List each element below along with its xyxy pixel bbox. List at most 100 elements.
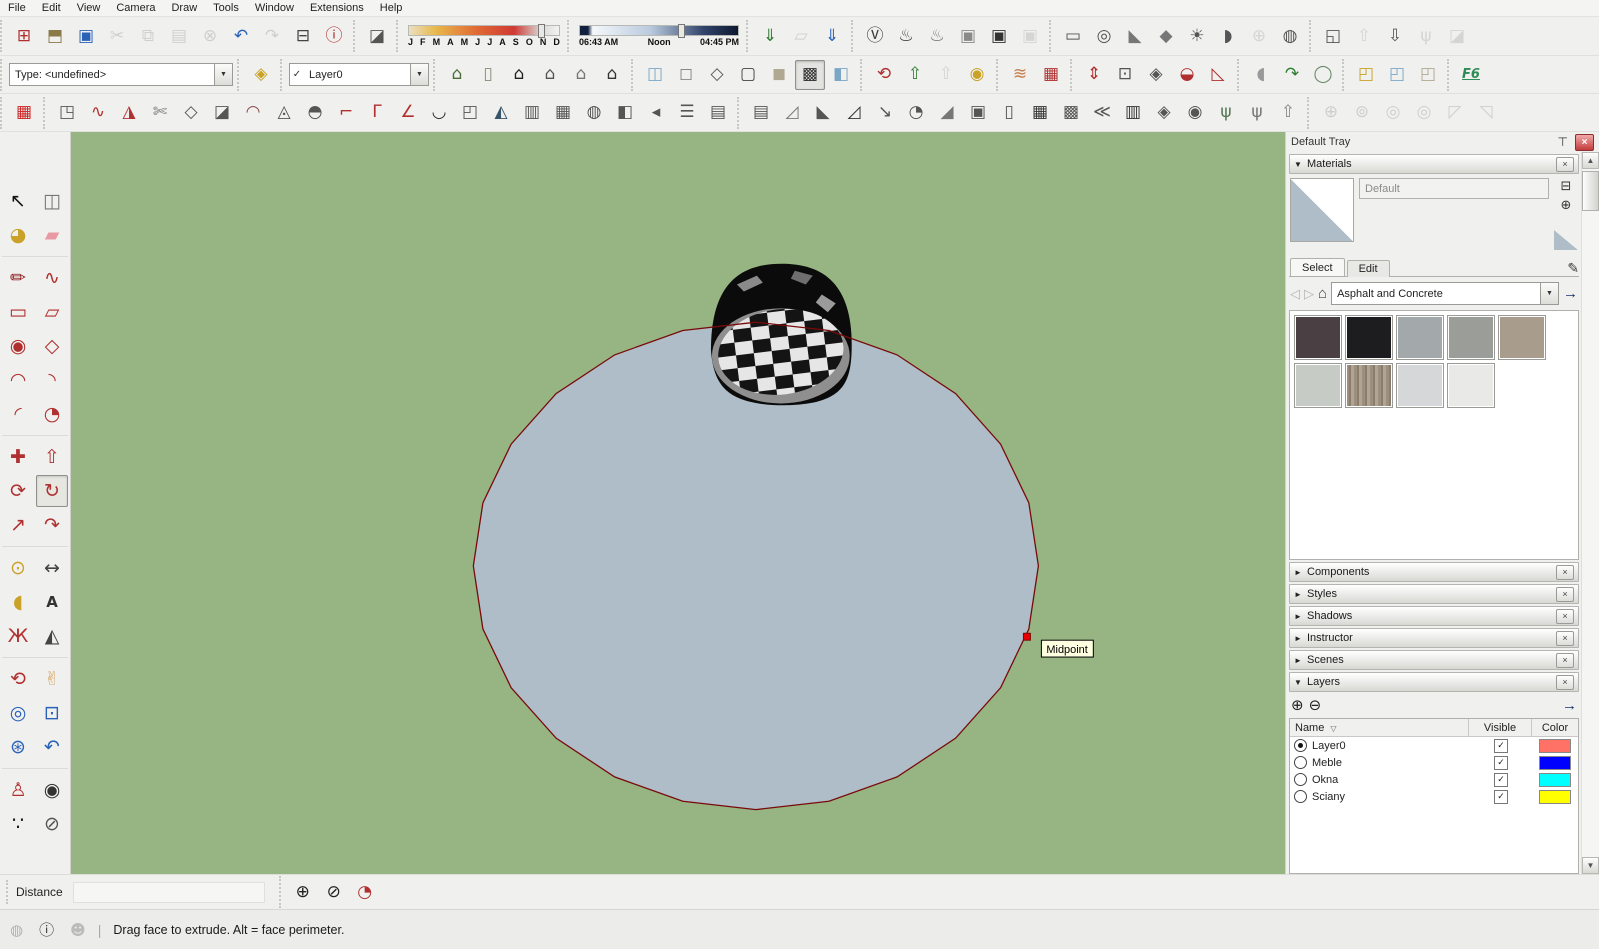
collection-dropdown-arrow[interactable]: ▼ <box>1540 283 1558 304</box>
instructor-close-button[interactable]: × <box>1556 631 1574 646</box>
plugin-tool-r3-20[interactable]: ◂ <box>641 98 671 128</box>
material-swatch-aggregate-gray[interactable] <box>1447 315 1495 360</box>
layer-name[interactable]: Meble <box>1312 757 1342 769</box>
style-back-edges-button[interactable]: ◻ <box>671 60 701 90</box>
plugin-tool-r3-22[interactable]: ▤ <box>703 98 733 128</box>
vray-frame-buffer-button[interactable]: ▣ <box>984 21 1014 51</box>
delete-layer-button[interactable]: ⊖ <box>1309 696 1322 714</box>
open-file-button[interactable]: ⬒ <box>40 21 70 51</box>
section-plane-tool[interactable]: ⊘ <box>36 808 68 840</box>
shadow-time-slider[interactable]: 06:43 AMNoon04:45 PM <box>576 22 742 50</box>
flip-edge-button[interactable]: ◺ <box>1203 60 1233 90</box>
plugin-tool-r3-34[interactable]: ≪ <box>1087 98 1117 128</box>
plugin-tool-r3-30[interactable]: ▣ <box>963 98 993 128</box>
vray-omni-light-button[interactable]: ☀ <box>1182 21 1212 51</box>
scenes-close-button[interactable]: × <box>1556 653 1574 668</box>
three-point-arc-tool[interactable]: ◜ <box>2 398 34 430</box>
plugin-tool-r3-32[interactable]: ▦ <box>1025 98 1055 128</box>
shell-tool-button[interactable]: ◯ <box>1308 60 1338 90</box>
material-collection-dropdown[interactable]: Asphalt and Concrete ▼ <box>1331 282 1559 305</box>
house-plugin-button-2[interactable]: ▯ <box>473 60 503 90</box>
scroll-up-button[interactable]: ▲ <box>1582 152 1599 169</box>
look-around-tool[interactable]: ◉ <box>36 774 68 806</box>
plugin-tool-r3-40[interactable]: ⇧ <box>1273 98 1303 128</box>
layer-name[interactable]: Okna <box>1312 774 1338 786</box>
move-tool[interactable]: ✚ <box>2 441 34 473</box>
layer-color-swatch[interactable] <box>1539 739 1571 753</box>
house-plugin-button-6[interactable]: ⌂ <box>597 60 627 90</box>
vray-ies-light-button[interactable]: ◆ <box>1151 21 1181 51</box>
menu-file[interactable]: File <box>0 1 34 15</box>
layer-combo[interactable]: ✓Layer0▼ <box>289 63 429 86</box>
style-shaded-textures-button[interactable]: ▩ <box>795 60 825 90</box>
add-location-button[interactable]: ⇓ <box>755 21 785 51</box>
tray-section-shadows[interactable]: ►Shadows× <box>1289 606 1579 626</box>
vray-interactive-render-button[interactable]: ♨ <box>922 21 952 51</box>
pin-icon[interactable]: ⊤ <box>1558 135 1568 149</box>
components-close-button[interactable]: × <box>1556 565 1574 580</box>
plugin-tool-r3-28[interactable]: ◔ <box>901 98 931 128</box>
materials-close-button[interactable]: × <box>1556 157 1574 172</box>
viewport-3d[interactable]: Midpoint <box>71 132 1285 874</box>
circle-tool[interactable]: ◉ <box>2 330 34 362</box>
shadow-time-slider-handle[interactable] <box>678 24 685 38</box>
plugin-tool-r3-15[interactable]: ◭ <box>486 98 516 128</box>
tape-measure-tool[interactable]: ⊙ <box>2 552 34 584</box>
style-shaded-button[interactable]: ◼ <box>764 60 794 90</box>
plugin-tool-r3-36[interactable]: ◈ <box>1149 98 1179 128</box>
plugin-tool-r3-33[interactable]: ▩ <box>1056 98 1086 128</box>
smoove-button[interactable]: ⇕ <box>1079 60 1109 90</box>
push-pull-tool[interactable]: ⇧ <box>36 441 68 473</box>
plugin-tool-r3-2[interactable]: ∿ <box>83 98 113 128</box>
round-corner-button[interactable]: ◰ <box>1351 60 1381 90</box>
layer-radio[interactable] <box>1294 790 1307 803</box>
scroll-down-button[interactable]: ▼ <box>1582 857 1599 874</box>
layer-name[interactable]: Layer0 <box>1312 740 1346 752</box>
shadow-time-slider-track[interactable] <box>579 25 739 36</box>
save-button[interactable]: ▣ <box>71 21 101 51</box>
plugin-tool-r3-17[interactable]: ▦ <box>548 98 578 128</box>
extension-warehouse-button[interactable]: ◉ <box>962 60 992 90</box>
dimensions-tool[interactable]: ↔ <box>36 552 68 584</box>
select-tool[interactable]: ↖ <box>2 185 34 217</box>
layer-color-swatch[interactable] <box>1539 773 1571 787</box>
bevel-corner-button[interactable]: ◰ <box>1413 60 1443 90</box>
plugin-tool-r3-29[interactable]: ◢ <box>932 98 962 128</box>
tray-section-instructor[interactable]: ►Instructor× <box>1289 628 1579 648</box>
plugin-tool-r3-9[interactable]: ◓ <box>300 98 330 128</box>
vray-mesh-light-button[interactable]: ◍ <box>1275 21 1305 51</box>
shadow-date-slider-track[interactable] <box>408 25 560 36</box>
rotate-tool[interactable]: ⟳ <box>2 475 34 507</box>
column-name[interactable]: Name▽ <box>1290 722 1468 734</box>
layer-visible-checkbox[interactable]: ✓ <box>1494 773 1508 787</box>
add-detail-button[interactable]: ◒ <box>1172 60 1202 90</box>
plugin-tool-r3-39[interactable]: ψ <box>1242 98 1272 128</box>
plugin-tool-r3-37[interactable]: ◉ <box>1180 98 1210 128</box>
classification-type-combo[interactable]: Type: <undefined>▼ <box>9 63 233 86</box>
rotated-rectangle-tool[interactable]: ▱ <box>36 296 68 328</box>
arc-tool[interactable]: ◝ <box>36 364 68 396</box>
sharp-corner-button[interactable]: ◰ <box>1382 60 1412 90</box>
plugin-tool-r3-31[interactable]: ▯ <box>994 98 1024 128</box>
menu-camera[interactable]: Camera <box>108 1 163 15</box>
make-component-tool[interactable]: ◫ <box>36 185 68 217</box>
material-swatch-concrete-gray[interactable] <box>1396 315 1444 360</box>
offset-tool[interactable]: ↷ <box>36 509 68 541</box>
tray-section-styles[interactable]: ►Styles× <box>1289 584 1579 604</box>
tray-section-components[interactable]: ►Components× <box>1289 562 1579 582</box>
freehand-tool[interactable]: ∿ <box>36 262 68 294</box>
terrain-from-scratch-button[interactable]: ▦ <box>1036 60 1066 90</box>
house-plugin-button-1[interactable]: ⌂ <box>442 60 472 90</box>
column-visible[interactable]: Visible <box>1468 719 1531 736</box>
angle-tool-button-3[interactable]: ◔ <box>350 877 380 907</box>
style-xray-button[interactable]: ◫ <box>640 60 670 90</box>
get-models-button[interactable]: ⟲ <box>869 60 899 90</box>
zoom-tool[interactable]: ◎ <box>2 697 34 729</box>
two-point-arc-tool[interactable]: ◠ <box>2 364 34 396</box>
layer-visible-checkbox[interactable]: ✓ <box>1494 756 1508 770</box>
plugin-tool-r3-4[interactable]: ✄ <box>145 98 175 128</box>
plugin-tool-r3-6[interactable]: ◪ <box>207 98 237 128</box>
vray-spot-light-button[interactable]: ◣ <box>1120 21 1150 51</box>
house-plugin-button-4[interactable]: ⌂ <box>535 60 565 90</box>
material-swatch-concrete-board[interactable] <box>1345 363 1393 408</box>
